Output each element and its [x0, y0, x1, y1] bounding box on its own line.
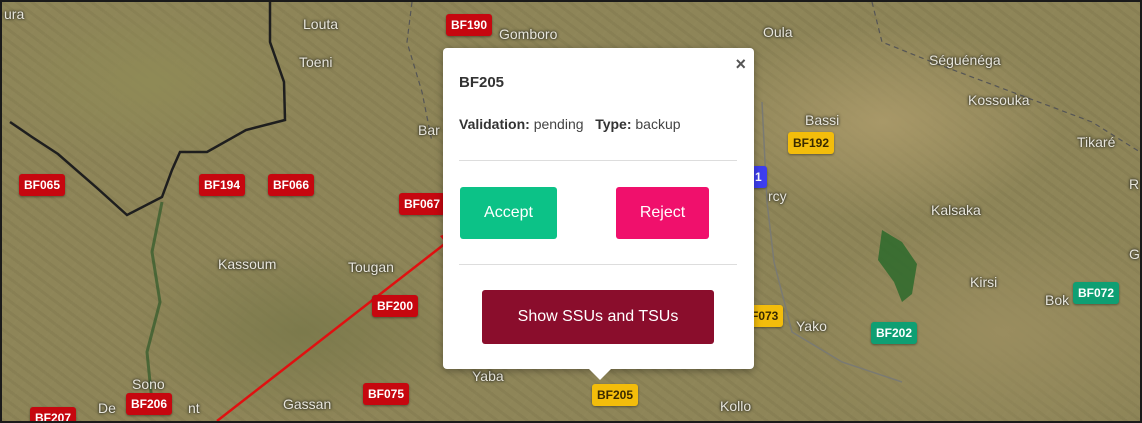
- place-label: ura: [4, 6, 25, 22]
- map-marker[interactable]: BF190: [446, 14, 493, 36]
- place-label: Oula: [763, 24, 793, 40]
- type-value: backup: [635, 116, 681, 132]
- marker-popup: BF205 × Validation: pending Type: backup…: [443, 48, 754, 369]
- place-label: Yaba: [472, 368, 504, 384]
- place-label: Séguénéga: [929, 52, 1001, 68]
- map-marker[interactable]: BF206: [126, 393, 173, 415]
- popup-pointer: [588, 368, 612, 380]
- divider: [459, 264, 737, 265]
- place-label: Tougan: [348, 259, 394, 275]
- place-label: nt: [188, 400, 200, 416]
- map-marker[interactable]: BF075: [363, 383, 410, 405]
- place-label: Toeni: [299, 54, 333, 70]
- map-marker[interactable]: BF192: [788, 132, 835, 154]
- map-marker[interactable]: BF194: [199, 174, 246, 196]
- validation-value: pending: [533, 116, 584, 132]
- place-label: rcy: [768, 188, 787, 204]
- close-icon[interactable]: ×: [735, 54, 746, 75]
- lake-shape: [878, 230, 917, 302]
- type-label: Type:: [595, 116, 632, 132]
- region-line: [406, 2, 433, 143]
- place-label: Kirsi: [970, 274, 998, 290]
- place-label: Kalsaka: [931, 202, 981, 218]
- map-marker[interactable]: BF066: [268, 174, 315, 196]
- place-label: Louta: [303, 16, 339, 32]
- divider: [459, 160, 737, 161]
- place-label: Sono: [132, 376, 165, 392]
- place-label: De: [98, 400, 116, 416]
- map-marker[interactable]: BF200: [372, 295, 419, 317]
- map-marker[interactable]: BF067: [399, 193, 446, 215]
- map-view[interactable]: ura Louta Toeni Gomboro Oula Séguénéga K…: [0, 0, 1142, 423]
- region-line-east: [871, 2, 1140, 153]
- place-label: Bar: [418, 122, 440, 138]
- accept-button[interactable]: Accept: [460, 187, 557, 239]
- place-label: R: [1129, 176, 1140, 192]
- map-marker[interactable]: BF072: [1073, 282, 1120, 304]
- place-label: Kossouka: [968, 92, 1030, 108]
- popup-title: BF205: [459, 74, 505, 91]
- map-marker[interactable]: BF065: [19, 174, 66, 196]
- place-label: Bassi: [805, 112, 840, 128]
- river-line: [145, 201, 164, 403]
- show-ssus-tsus-button[interactable]: Show SSUs and TSUs: [482, 290, 714, 344]
- place-label: Yako: [796, 318, 827, 334]
- place-label: Gomboro: [499, 26, 558, 42]
- place-label: Tikaré: [1077, 134, 1116, 150]
- reject-button[interactable]: Reject: [616, 187, 709, 239]
- place-label: Bok: [1045, 292, 1070, 308]
- map-marker-selected[interactable]: BF205: [592, 384, 639, 406]
- place-label: Kassoum: [218, 256, 277, 272]
- popup-info: Validation: pending Type: backup: [459, 116, 681, 132]
- map-marker[interactable]: BF207: [30, 407, 77, 421]
- map-marker[interactable]: BF202: [871, 322, 918, 344]
- validation-label: Validation:: [459, 116, 530, 132]
- place-label: G: [1129, 246, 1140, 262]
- place-label: Gassan: [283, 396, 332, 412]
- place-label: Kollo: [720, 398, 752, 414]
